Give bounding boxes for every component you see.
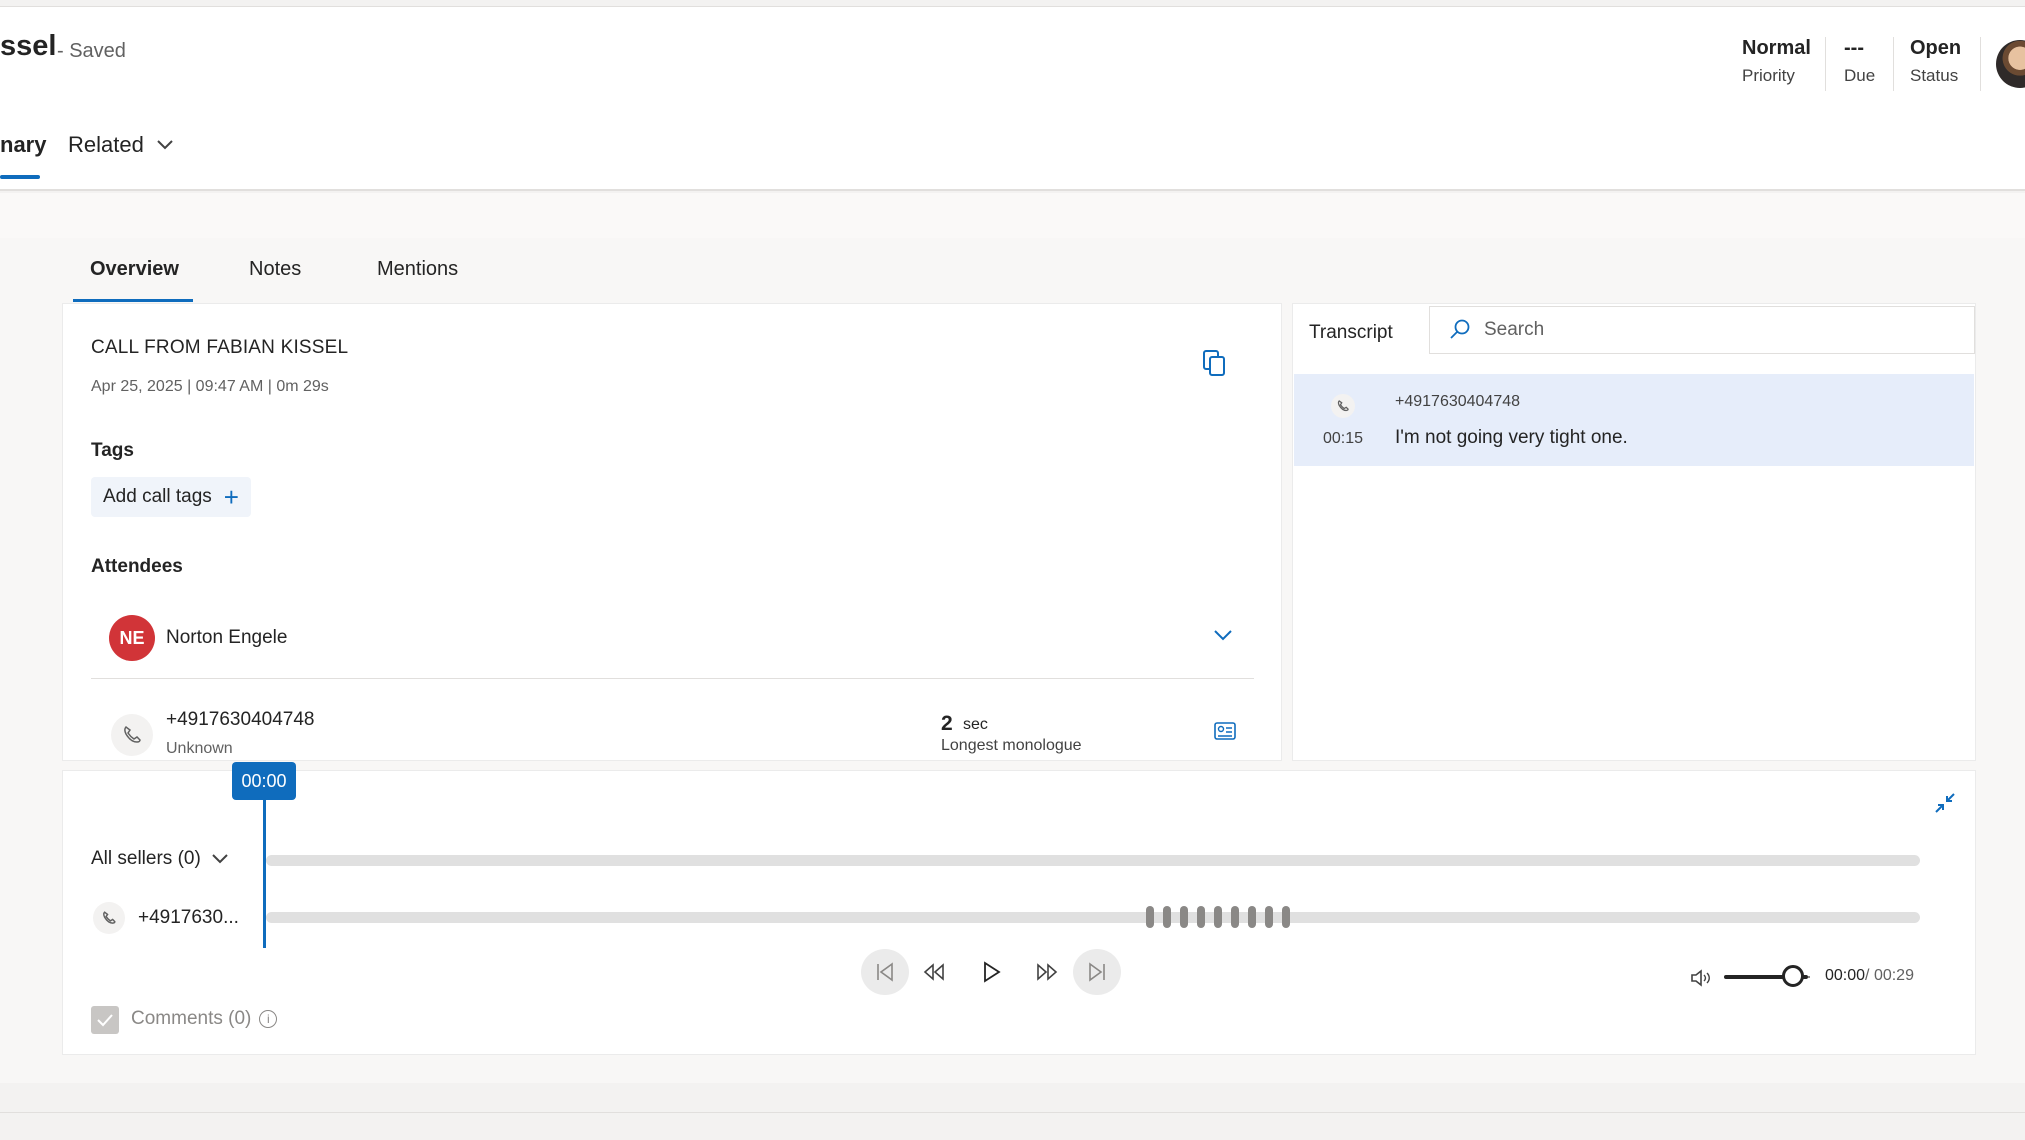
header-band bbox=[0, 193, 2025, 238]
volume-icon[interactable] bbox=[1690, 968, 1712, 988]
talk-segment[interactable] bbox=[1265, 906, 1273, 928]
time-readout: 00:00/ 00:29 bbox=[1825, 967, 1914, 985]
header-divider bbox=[1893, 37, 1894, 91]
phone-icon bbox=[1331, 394, 1355, 418]
transcript-search[interactable] bbox=[1429, 306, 1975, 354]
comments-label: Comments (0) bbox=[131, 1008, 252, 1029]
tab-related[interactable]: Related bbox=[68, 132, 174, 158]
volume-slider-thumb[interactable] bbox=[1782, 965, 1804, 987]
rewind-icon bbox=[923, 963, 944, 981]
due-field[interactable]: --- Due bbox=[1844, 37, 1875, 86]
attendee-phone-number: +4917630404748 bbox=[166, 709, 315, 730]
record-title: ssel bbox=[0, 30, 57, 62]
talk-segment[interactable] bbox=[1214, 906, 1222, 928]
speaker-name: +4917630... bbox=[138, 907, 239, 928]
longest-monologue-unit: sec bbox=[963, 716, 988, 733]
chevron-down-icon[interactable] bbox=[1212, 626, 1234, 644]
info-icon[interactable]: i bbox=[259, 1010, 278, 1028]
checkmark-icon bbox=[97, 1014, 113, 1027]
skip-end-icon bbox=[1089, 962, 1105, 982]
attendees-heading: Attendees bbox=[91, 556, 183, 577]
plus-icon: + bbox=[223, 481, 239, 512]
talk-segment[interactable] bbox=[1248, 906, 1256, 928]
tab-summary[interactable]: nary bbox=[0, 132, 46, 158]
transcript-timestamp[interactable]: 00:15 bbox=[1323, 430, 1363, 448]
header-divider bbox=[1825, 37, 1826, 91]
playhead-line[interactable] bbox=[263, 800, 266, 948]
fast-forward-icon bbox=[1037, 963, 1058, 981]
tab-notes[interactable]: Notes bbox=[249, 258, 301, 281]
contact-card-icon[interactable] bbox=[1214, 721, 1236, 741]
longest-monologue-value: 2 bbox=[941, 712, 953, 735]
priority-field[interactable]: Normal Priority bbox=[1742, 37, 1811, 86]
tab-overview[interactable]: Overview bbox=[90, 258, 179, 281]
status-field[interactable]: Open Status bbox=[1910, 37, 1961, 86]
add-call-tags-button[interactable]: Add call tags + bbox=[91, 477, 251, 517]
talk-segment[interactable] bbox=[1180, 906, 1188, 928]
status-value: Open bbox=[1910, 37, 1962, 59]
rewind-button[interactable] bbox=[910, 949, 958, 995]
phone-icon bbox=[111, 714, 153, 756]
attendee-avatar: NE bbox=[109, 615, 155, 661]
tab-overview-indicator bbox=[73, 299, 193, 302]
sellers-filter-label: All sellers (0) bbox=[91, 848, 201, 869]
sellers-timeline[interactable] bbox=[266, 855, 1920, 866]
chevron-down-icon bbox=[212, 854, 228, 864]
total-time: / 00:29 bbox=[1865, 967, 1914, 984]
transcript-speaker: +4917630404748 bbox=[1395, 393, 1521, 410]
collapse-icon[interactable] bbox=[1932, 790, 1958, 816]
record-header bbox=[0, 7, 2025, 191]
play-icon bbox=[984, 961, 1001, 983]
priority-label: Priority bbox=[1742, 66, 1795, 85]
overview-card bbox=[62, 303, 1282, 761]
call-meta: Apr 25, 2025 | 09:47 AM | 0m 29s bbox=[91, 378, 329, 395]
due-label: Due bbox=[1844, 66, 1876, 85]
footer-band bbox=[0, 1112, 2025, 1140]
comments-checkbox[interactable] bbox=[91, 1006, 119, 1034]
talk-segment[interactable] bbox=[1163, 906, 1171, 928]
longest-monologue-label: Longest monologue bbox=[941, 737, 1082, 754]
sellers-filter[interactable]: All sellers (0) bbox=[91, 848, 229, 870]
attendee-name: Norton Engele bbox=[166, 627, 288, 648]
transcript-card bbox=[1292, 303, 1976, 761]
tags-heading: Tags bbox=[91, 440, 134, 461]
copy-icon[interactable] bbox=[1201, 349, 1227, 377]
talk-segment[interactable] bbox=[1231, 906, 1239, 928]
status-label: Status bbox=[1910, 66, 1959, 85]
transcript-label: Transcript bbox=[1309, 322, 1393, 343]
talk-segment[interactable] bbox=[1282, 906, 1290, 928]
priority-value: Normal bbox=[1742, 37, 1811, 59]
talk-segment[interactable] bbox=[1146, 906, 1154, 928]
transcript-search-input[interactable] bbox=[1484, 319, 1924, 341]
call-title: CALL FROM FABIAN KISSEL bbox=[91, 337, 349, 358]
skip-to-start-button[interactable] bbox=[861, 949, 909, 995]
attendee-divider bbox=[91, 678, 1254, 679]
tab-mentions[interactable]: Mentions bbox=[377, 258, 458, 281]
playhead-time[interactable]: 00:00 bbox=[232, 762, 296, 800]
skip-to-end-button[interactable] bbox=[1073, 949, 1121, 995]
add-call-tags-label: Add call tags bbox=[103, 486, 212, 507]
play-button[interactable] bbox=[967, 949, 1015, 995]
transcript-entry[interactable] bbox=[1294, 374, 1974, 466]
attendee-phone-status: Unknown bbox=[166, 740, 233, 757]
tab-summary-indicator bbox=[0, 175, 40, 179]
skip-start-icon bbox=[877, 962, 893, 982]
current-time: 00:00 bbox=[1825, 967, 1866, 984]
search-icon bbox=[1450, 319, 1470, 339]
transcript-text: I'm not going very tight one. bbox=[1395, 427, 1628, 448]
volume-slider-rest bbox=[1808, 976, 1810, 978]
fast-forward-button[interactable] bbox=[1023, 949, 1071, 995]
chevron-down-icon bbox=[157, 140, 173, 150]
talk-segment[interactable] bbox=[1197, 906, 1205, 928]
header-divider bbox=[1980, 37, 1981, 91]
top-strip bbox=[0, 0, 2025, 7]
tab-related-label: Related bbox=[68, 132, 144, 157]
comments-label-group: Comments (0) i bbox=[131, 1008, 278, 1030]
phone-icon bbox=[93, 902, 125, 934]
save-status: - Saved bbox=[57, 40, 126, 62]
speaker-timeline[interactable] bbox=[266, 912, 1920, 923]
due-value: --- bbox=[1844, 37, 1864, 59]
